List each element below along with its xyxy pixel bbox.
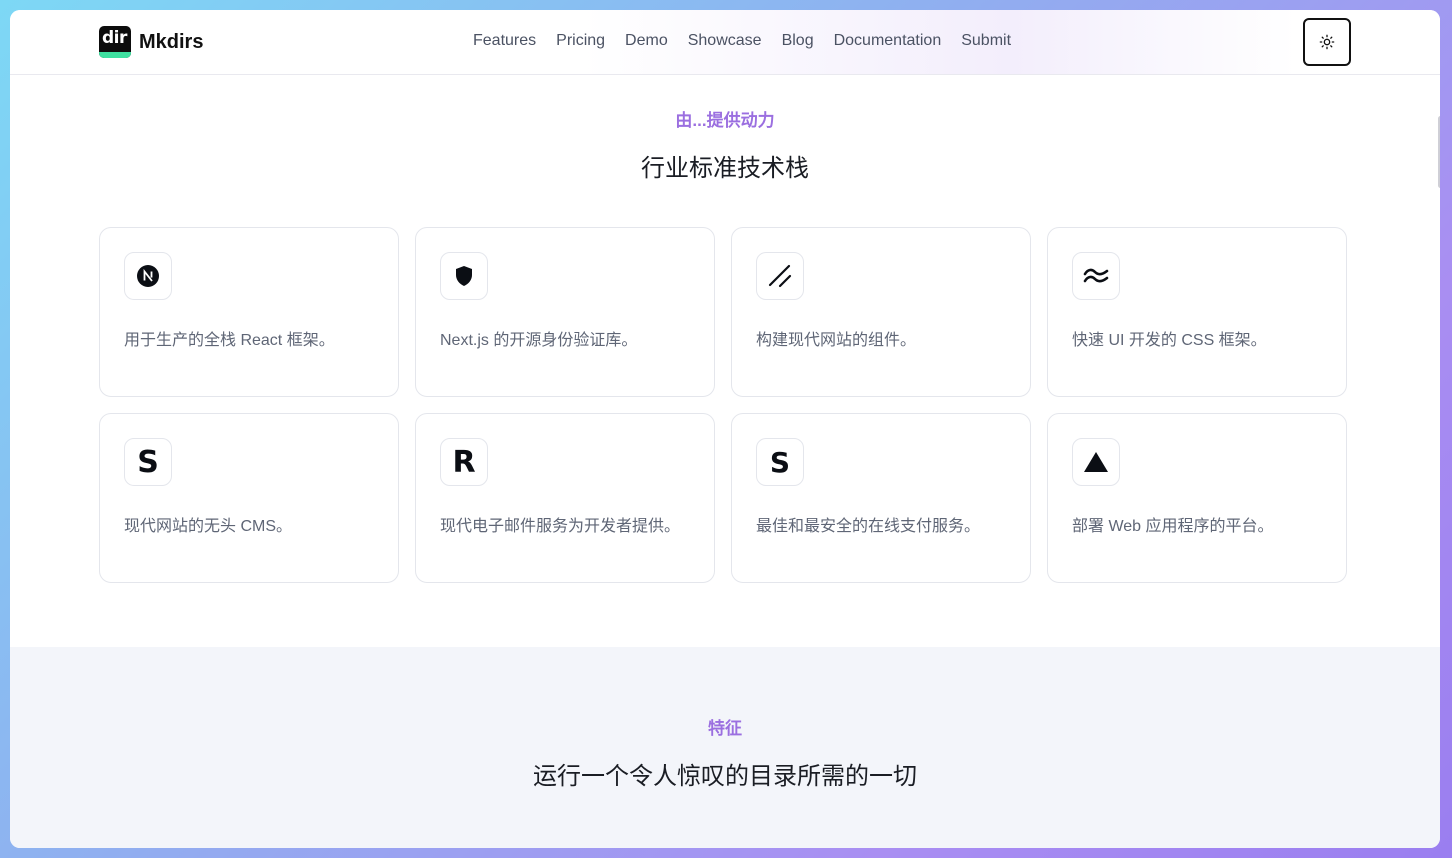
tech-card-desc: 部署 Web 应用程序的平台。 — [1072, 518, 1274, 535]
logo-mark-text: dir — [102, 28, 127, 48]
features-eyebrow: 特征 — [708, 719, 742, 738]
tech-card-nextjs[interactable]: 用于生产的全栈 React 框架。 — [99, 227, 399, 397]
nav-pricing[interactable]: Pricing — [556, 32, 605, 50]
tech-card-authjs[interactable]: Next.js 的开源身份验证库。 — [415, 227, 715, 397]
features-section: 特征 运行一个令人惊叹的目录所需的一切 — [10, 647, 1440, 848]
nextjs-icon — [137, 265, 159, 287]
browser-window: dir Mkdirs Features Pricing Demo Showcas… — [10, 10, 1440, 848]
features-title: 运行一个令人惊叹的目录所需的一切 — [533, 763, 917, 790]
tech-card-sanity[interactable]: S 现代网站的无头 CMS。 — [99, 413, 399, 583]
tech-card-resend[interactable]: R 现代电子邮件服务为开发者提供。 — [415, 413, 715, 583]
nav-showcase[interactable]: Showcase — [688, 32, 762, 50]
tailwind-icon — [1083, 268, 1109, 283]
logo[interactable]: dir Mkdirs — [99, 26, 203, 58]
tech-card-stripe[interactable]: S 最佳和最安全的在线支付服务。 — [731, 413, 1031, 583]
tech-title: 行业标准技术栈 — [641, 155, 809, 182]
shield-icon — [456, 266, 472, 286]
shadcn-icon — [768, 264, 792, 288]
sun-icon — [1319, 34, 1335, 50]
tech-card-shadcn[interactable]: 构建现代网站的组件。 — [731, 227, 1031, 397]
tech-card-tailwind[interactable]: 快速 UI 开发的 CSS 框架。 — [1047, 227, 1347, 397]
logo-strip — [99, 52, 131, 58]
site-header: dir Mkdirs Features Pricing Demo Showcas… — [10, 10, 1440, 75]
nav-demo[interactable]: Demo — [625, 32, 668, 50]
logo-mark: dir — [99, 26, 131, 58]
tech-card-desc: 最佳和最安全的在线支付服务。 — [756, 518, 981, 535]
stripe-icon: S — [769, 445, 791, 479]
tech-card-desc: 构建现代网站的组件。 — [756, 332, 917, 349]
vercel-icon — [1084, 452, 1108, 472]
tech-eyebrow: 由...提供动力 — [675, 111, 775, 130]
tech-card-vercel[interactable]: 部署 Web 应用程序的平台。 — [1047, 413, 1347, 583]
theme-toggle-button[interactable] — [1303, 18, 1351, 66]
brand-name: Mkdirs — [139, 30, 204, 53]
nav-documentation[interactable]: Documentation — [834, 32, 942, 50]
resend-icon: R — [452, 444, 476, 480]
nav-features[interactable]: Features — [473, 32, 536, 50]
main-nav: Features Pricing Demo Showcase Blog Docu… — [473, 32, 1011, 50]
tech-card-desc: 用于生产的全栈 React 框架。 — [124, 332, 335, 349]
tech-card-desc: 现代电子邮件服务为开发者提供。 — [440, 518, 681, 535]
nav-blog[interactable]: Blog — [782, 32, 814, 50]
tech-card-desc: 现代网站的无头 CMS。 — [124, 518, 293, 535]
sanity-icon: S — [137, 444, 159, 480]
nav-submit[interactable]: Submit — [961, 32, 1011, 50]
tech-card-desc: Next.js 的开源身份验证库。 — [440, 332, 638, 349]
tech-card-desc: 快速 UI 开发的 CSS 框架。 — [1072, 332, 1267, 349]
